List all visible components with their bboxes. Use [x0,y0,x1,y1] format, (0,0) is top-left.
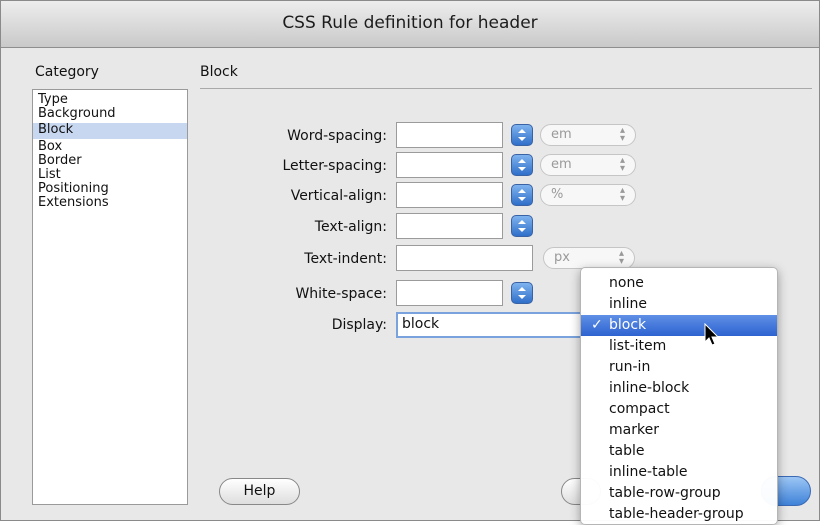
text-align-field[interactable] [396,213,503,239]
category-item-extensions[interactable]: Extensions [33,196,187,210]
category-item-positioning[interactable]: Positioning [33,182,187,196]
letter-spacing-stepper[interactable] [511,154,533,176]
mouse-pointer-icon [704,323,720,346]
section-title: Block [200,64,238,80]
category-item-box[interactable]: Box [33,140,187,154]
letter-spacing-unit-select[interactable]: em ▴ ▾ [540,154,636,176]
up-down-arrows-icon [518,129,526,141]
select-arrows-icon: ▴ ▾ [619,155,625,174]
menu-item-table[interactable]: table [581,441,777,462]
help-button[interactable]: Help [219,478,300,505]
white-space-field[interactable] [396,280,503,306]
css-rule-dialog: CSS Rule definition for header Category … [0,0,820,525]
select-arrows-icon: ▴ ▾ [619,125,625,144]
up-down-arrows-icon [518,220,526,232]
text-align-label: Text-align: [314,219,387,235]
word-spacing-unit-value: em [551,127,572,142]
menu-item-list-item[interactable]: list-item [581,336,777,357]
window-title: CSS Rule definition for header [282,13,538,33]
category-item-border[interactable]: Border [33,154,187,168]
vertical-align-unit-value: % [551,187,564,202]
menu-item-compact[interactable]: compact [581,399,777,420]
text-indent-unit-select[interactable]: px ▴ ▾ [543,247,635,269]
select-arrows-icon: ▴ ▾ [618,248,624,267]
checkmark-icon: ✓ [591,317,603,333]
letter-spacing-label: Letter-spacing: [282,158,388,174]
menu-item-marker[interactable]: marker [581,420,777,441]
menu-item-block[interactable]: ✓ block [581,315,777,336]
display-label: Display: [331,317,387,333]
vertical-align-label: Vertical-align: [290,188,387,204]
white-space-stepper[interactable] [511,282,533,304]
menu-item-none[interactable]: none [581,273,777,294]
up-down-arrows-icon [518,189,526,201]
select-arrows-icon: ▴ ▾ [619,185,625,204]
letter-spacing-unit-value: em [551,157,572,172]
text-indent-label: Text-indent: [304,251,387,267]
white-space-label: White-space: [295,286,387,302]
menu-item-table-row-group[interactable]: table-row-group [581,483,777,504]
category-item-type[interactable]: Type [33,93,187,107]
title-bar: CSS Rule definition for header [1,1,819,48]
word-spacing-unit-select[interactable]: em ▴ ▾ [540,124,636,146]
vertical-align-stepper[interactable] [511,184,533,206]
category-item-block[interactable]: Block [33,123,187,139]
display-field[interactable]: block [396,312,586,338]
word-spacing-stepper[interactable] [511,124,533,146]
text-align-stepper[interactable] [511,215,533,237]
text-indent-field[interactable] [396,245,533,271]
category-item-background[interactable]: Background [33,107,187,121]
word-spacing-label: Word-spacing: [287,128,387,144]
menu-item-inline[interactable]: inline [581,294,777,315]
category-heading: Category [35,64,99,80]
text-indent-unit-value: px [554,250,570,265]
menu-item-run-in[interactable]: run-in [581,357,777,378]
up-down-arrows-icon [518,287,526,299]
category-item-list[interactable]: List [33,168,187,182]
display-dropdown-menu: none inline ✓ block list-item run-in inl… [580,267,778,525]
category-list: Type Background Block Box Border List Po… [32,89,188,505]
section-divider [200,88,812,89]
menu-item-inline-table[interactable]: inline-table [581,462,777,483]
vertical-align-unit-select[interactable]: % ▴ ▾ [540,184,636,206]
vertical-align-field[interactable] [396,182,503,208]
letter-spacing-field[interactable] [396,152,503,178]
up-down-arrows-icon [518,159,526,171]
menu-item-table-header-group[interactable]: table-header-group [581,504,777,525]
menu-item-block-label: block [609,317,647,333]
menu-item-inline-block[interactable]: inline-block [581,378,777,399]
word-spacing-field[interactable] [396,122,503,148]
